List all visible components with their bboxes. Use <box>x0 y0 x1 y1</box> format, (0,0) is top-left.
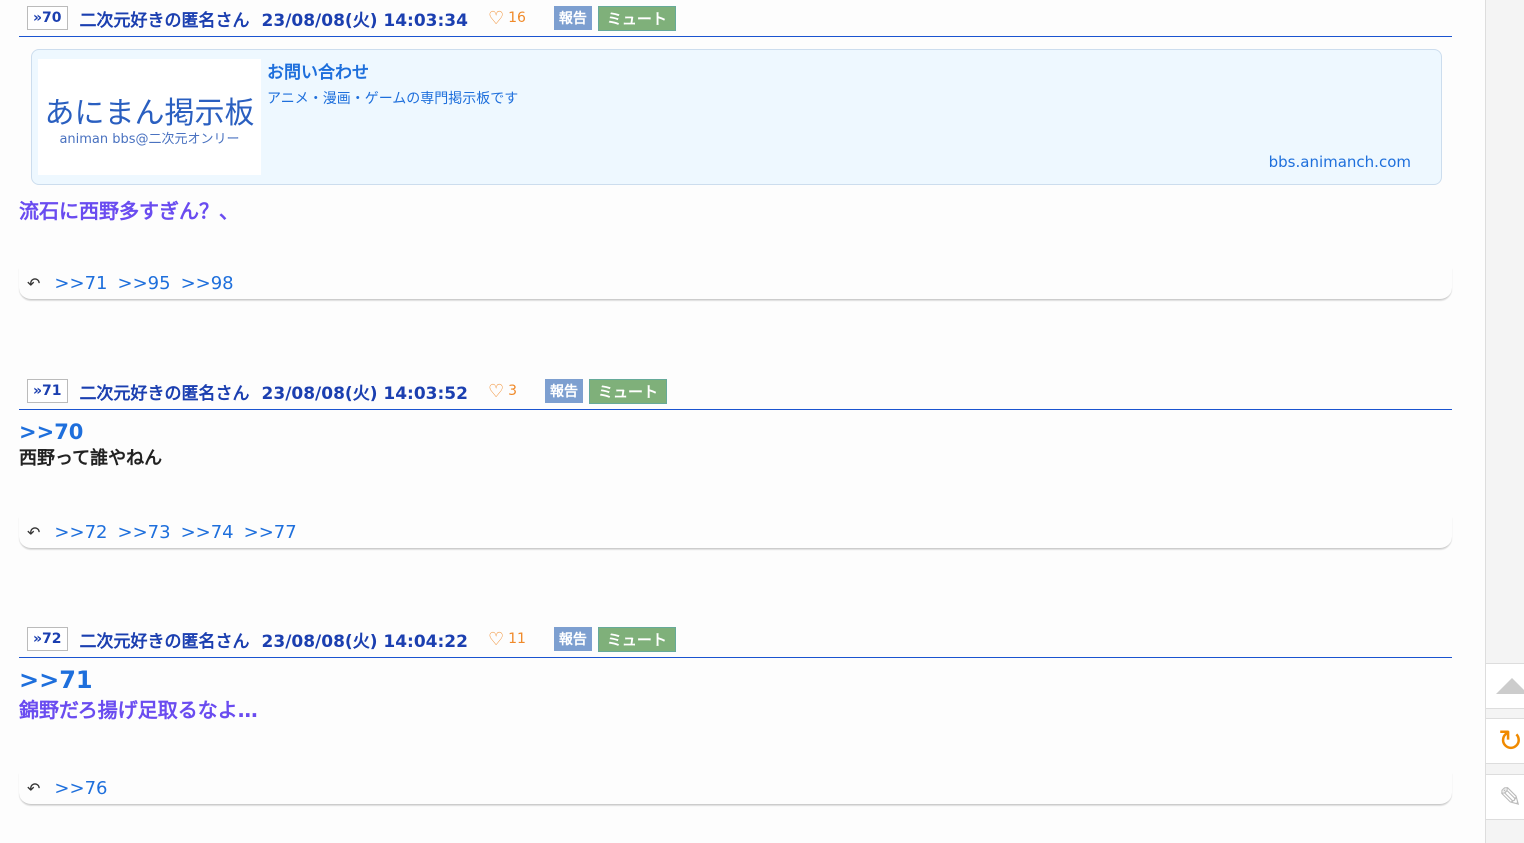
reply-icon[interactable]: ↶ <box>27 274 40 293</box>
post-number[interactable]: »70 <box>27 6 68 30</box>
post-number[interactable]: »71 <box>27 379 68 403</box>
post-70: »70 二次元好きの匿名さん 23/08/08(火) 14:03:34 ♡ 16… <box>19 0 1452 300</box>
logo-subtext: animan bbs@二次元オンリー <box>59 131 240 147</box>
post-header: »70 二次元好きの匿名さん 23/08/08(火) 14:03:34 ♡ 16… <box>19 0 1452 37</box>
reply-link[interactable]: >>98 <box>181 273 234 294</box>
card-description: アニメ・漫画・ゲームの専門掲示板です <box>267 91 519 107</box>
mute-button[interactable]: ミュート <box>597 626 676 652</box>
poster-name: 二次元好きの匿名さん <box>79 631 250 652</box>
reply-link[interactable]: >>74 <box>181 522 234 543</box>
poster-name: 二次元好きの匿名さん <box>79 10 250 31</box>
side-toolbar: ↻ ✎ <box>1485 0 1524 843</box>
post-71: »71 二次元好きの匿名さん 23/08/08(火) 14:03:52 ♡ 3 … <box>19 373 1452 549</box>
reload-icon: ↻ <box>1497 723 1524 759</box>
post-body: 流石に西野多すぎん？、 <box>19 199 239 223</box>
arrow-up-icon <box>1495 678 1524 694</box>
reply-link[interactable]: >>77 <box>244 522 297 543</box>
poster-name: 二次元好きの匿名さん <box>79 383 250 404</box>
report-button[interactable]: 報告 <box>545 379 584 403</box>
card-url[interactable]: bbs.animanch.com <box>1269 153 1411 171</box>
post-date: 23/08/08(火) 14:03:52 <box>261 383 468 404</box>
post-72: »72 二次元好きの匿名さん 23/08/08(火) 14:04:22 ♡ 11… <box>19 621 1452 805</box>
post-body: 西野って誰やねん <box>19 448 163 469</box>
anchor-link[interactable]: >>71 <box>19 666 1452 694</box>
mute-button[interactable]: ミュート <box>597 5 676 31</box>
reply-icon[interactable]: ↶ <box>27 779 40 798</box>
heart-icon[interactable]: ♡ <box>488 8 504 29</box>
post-date: 23/08/08(火) 14:04:22 <box>261 631 468 652</box>
like-count: 16 <box>508 10 526 26</box>
reply-link[interactable]: >>76 <box>54 778 107 799</box>
mute-button[interactable]: ミュート <box>589 378 668 404</box>
reply-link[interactable]: >>72 <box>54 522 107 543</box>
reply-link[interactable]: >>73 <box>117 522 170 543</box>
post-date: 23/08/08(火) 14:03:34 <box>261 10 468 31</box>
compose-button[interactable]: ✎ <box>1486 774 1524 820</box>
like-count: 11 <box>508 631 526 647</box>
reply-link[interactable]: >>71 <box>54 273 107 294</box>
post-footer: ↶ >>71 >>95 >>98 <box>19 268 1452 300</box>
reply-link[interactable]: >>95 <box>117 273 170 294</box>
link-preview-card[interactable]: あにまん掲示板 animan bbs@二次元オンリー お問い合わせ アニメ・漫画… <box>31 49 1442 185</box>
post-number[interactable]: »72 <box>27 627 68 651</box>
like-count: 3 <box>508 383 518 399</box>
logo-text: あにまん掲示板 <box>44 95 255 131</box>
reload-button[interactable]: ↻ <box>1486 718 1524 764</box>
heart-icon[interactable]: ♡ <box>488 381 504 402</box>
pencil-icon: ✎ <box>1498 780 1523 814</box>
heart-icon[interactable]: ♡ <box>488 629 504 650</box>
post-footer: ↶ >>72 >>73 >>74 >>77 <box>19 517 1452 549</box>
report-button[interactable]: 報告 <box>553 627 592 651</box>
report-button[interactable]: 報告 <box>553 6 592 30</box>
reply-icon[interactable]: ↶ <box>27 523 40 542</box>
post-body: 錦野だろ揚げ足取るなよ… <box>19 698 258 722</box>
scroll-top-button[interactable] <box>1486 663 1524 709</box>
site-logo: あにまん掲示板 animan bbs@二次元オンリー <box>38 59 261 175</box>
post-header: »72 二次元好きの匿名さん 23/08/08(火) 14:04:22 ♡ 11… <box>19 621 1452 658</box>
anchor-link[interactable]: >>70 <box>19 420 1452 444</box>
card-title[interactable]: お問い合わせ <box>267 58 369 83</box>
post-header: »71 二次元好きの匿名さん 23/08/08(火) 14:03:52 ♡ 3 … <box>19 373 1452 410</box>
post-footer: ↶ >>76 <box>19 773 1452 805</box>
